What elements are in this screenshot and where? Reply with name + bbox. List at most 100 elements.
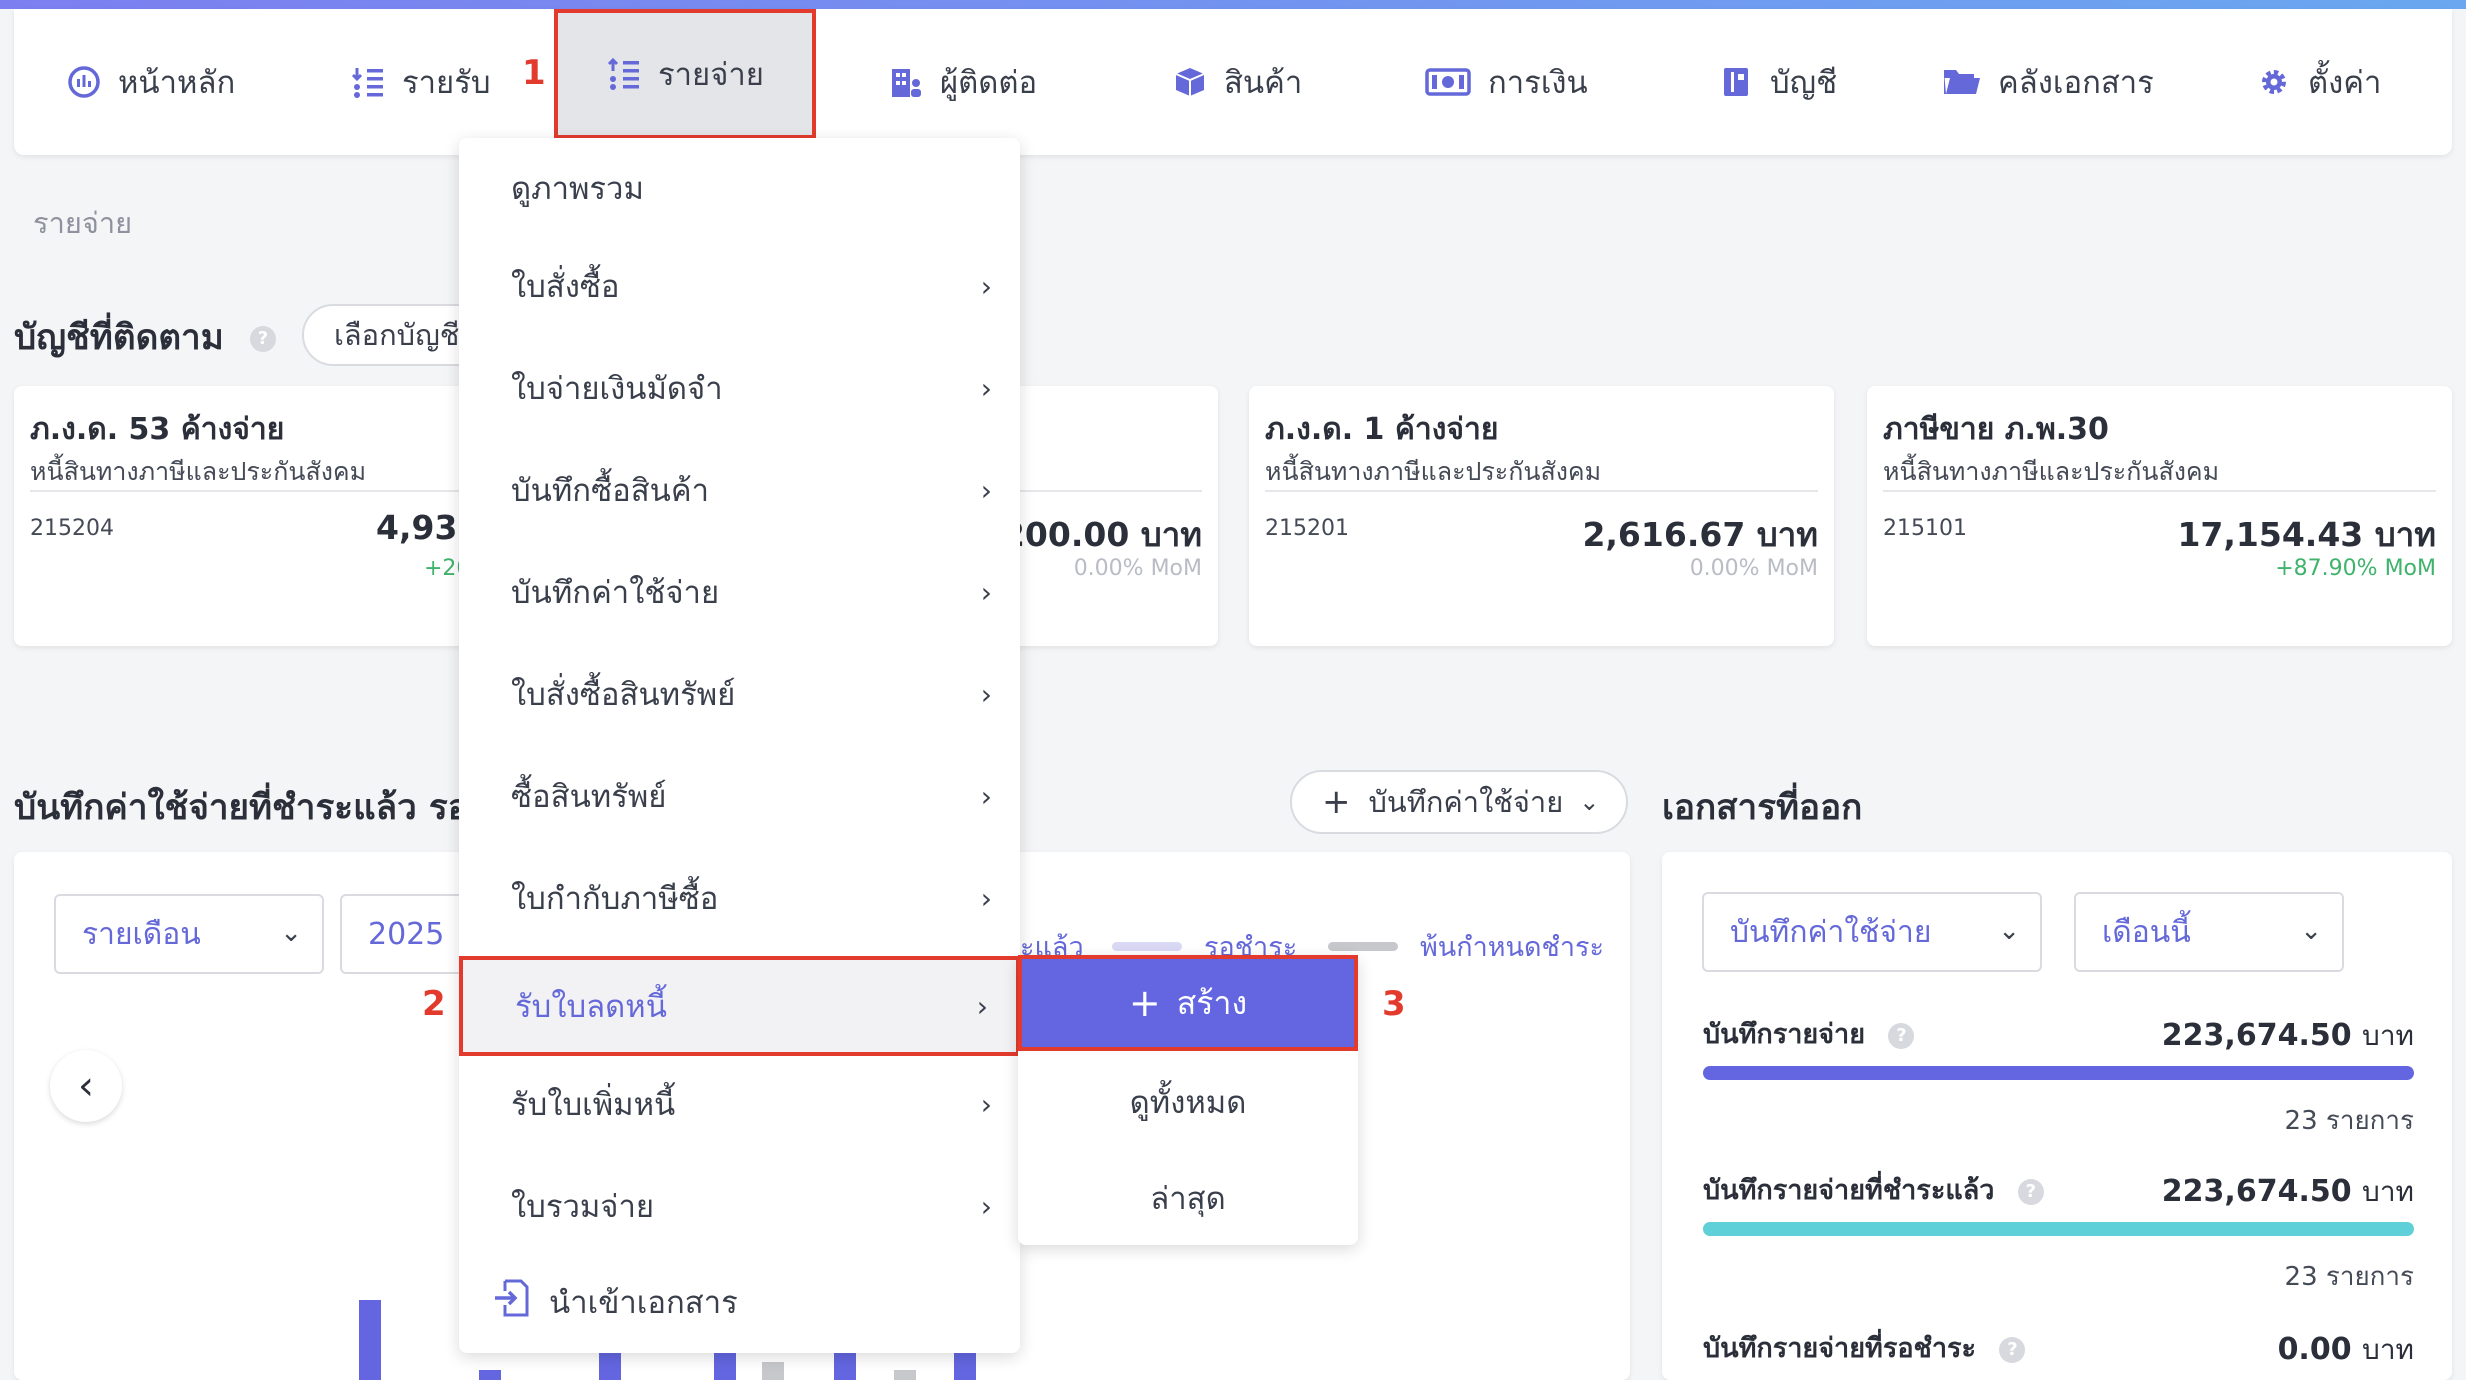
nav-accounts-label: บัญชี	[1770, 65, 1838, 101]
create-credit-note-button[interactable]: + สร้าง	[1018, 955, 1358, 1051]
card-subtitle: หนี้สินทางภาษีและประกันสังคม	[1265, 457, 1602, 486]
menu-item-overview[interactable]: ดูภาพรวม	[459, 138, 1020, 238]
nav-settings[interactable]: ตั้งค่า	[2256, 9, 2381, 155]
chart-bar[interactable]	[894, 1370, 916, 1380]
nav-products[interactable]: สินค้า	[1172, 9, 1302, 155]
help-icon[interactable]: ?	[249, 326, 276, 352]
menu-item-label: ซื้อสินทรัพย์	[511, 779, 667, 815]
chart-bar[interactable]	[834, 1352, 856, 1380]
menu-item-debit-note[interactable]: รับใบเพิ่มหนี้ ›	[459, 1054, 1020, 1154]
nav-contacts[interactable]: ผู้ติดต่อ	[888, 9, 1037, 155]
menu-item-label: รับใบลดหนี้	[515, 989, 667, 1025]
nav-income-label: รายรับ	[402, 65, 491, 101]
nav-income[interactable]: รายรับ	[350, 9, 491, 155]
paid-expenses-title: บันทึกค่าใช้จ่ายที่ชำระแล้ว รอชำ	[14, 788, 464, 828]
menu-item-credit-note[interactable]: รับใบลดหนี้ ›	[459, 956, 1020, 1056]
credit-note-submenu: + สร้าง ดูทั้งหมด ล่าสุด	[1018, 955, 1358, 1245]
stat-unit: บาท	[2362, 1333, 2414, 1366]
stat-count-expense: 23 รายการ	[2284, 1106, 2414, 1136]
nav-finance-label: การเงิน	[1488, 65, 1588, 101]
card-divider	[1265, 490, 1818, 492]
breadcrumb: รายจ่าย	[33, 206, 133, 240]
stat-value-pending: 0.00 บาท	[2278, 1328, 2414, 1372]
tracked-card-pnd53[interactable]: ภ.ง.ด. 53 ค้างจ่าย หนี้สินทางภาษีและประก…	[14, 386, 514, 646]
chart-bar[interactable]	[762, 1362, 784, 1380]
top-accent-bar	[0, 0, 2466, 9]
stat-unit: บาท	[2362, 1175, 2414, 1208]
chart-bar[interactable]	[479, 1370, 501, 1380]
stat-value-expense: 223,674.50 บาท	[2162, 1014, 2414, 1058]
create-label: สร้าง	[1176, 983, 1248, 1022]
card-mom: +87.90% MoM	[2275, 556, 2436, 581]
menu-item-import[interactable]: นำเข้าเอกสาร	[459, 1252, 1020, 1352]
submenu-latest[interactable]: ล่าสุด	[1018, 1173, 1358, 1223]
chart-bar[interactable]	[954, 1352, 976, 1380]
issued-period-select[interactable]: เดือนนี้ ⌄	[2074, 892, 2344, 972]
menu-item-asset-po[interactable]: ใบสั่งซื้อสินทรัพย์ ›	[459, 644, 1020, 744]
legend-overdue-label: พ้นกำหนดชำระ	[1420, 932, 1605, 963]
card-account-code: 215204	[30, 516, 114, 541]
stat-bar-expense	[1703, 1066, 2414, 1080]
tracked-card-vat[interactable]: ภาษีขาย ภ.พ.30 หนี้สินทางภาษีและประกันสั…	[1867, 386, 2452, 646]
card-title: ภาษีขาย ภ.พ.30	[1883, 412, 2109, 447]
doc-type-select[interactable]: บันทึกค่าใช้จ่าย ⌄	[1702, 892, 2042, 972]
legend-overdue-swatch	[1328, 942, 1398, 951]
chart-bar[interactable]	[359, 1300, 381, 1380]
card-subtitle: หนี้สินทางภาษีและประกันสังคม	[30, 457, 367, 486]
expense-dropdown-menu: ดูภาพรวม ใบสั่งซื้อ › ใบจ่ายเงินมัดจำ › …	[459, 138, 1020, 1353]
menu-item-label: นำเข้าเอกสาร	[549, 1285, 738, 1321]
nav-expense[interactable]: รายจ่าย	[554, 9, 816, 139]
money-icon	[1424, 64, 1472, 100]
help-icon[interactable]: ?	[1888, 1022, 1915, 1049]
ledger-icon	[1718, 64, 1754, 100]
menu-item-label: รับใบเพิ่มหนี้	[511, 1087, 676, 1123]
chevron-down-icon: ⌄	[1998, 916, 2020, 946]
stat-label-expense: บันทึกรายจ่าย ?	[1703, 1012, 1915, 1055]
nav-documents[interactable]: คลังเอกสาร	[1942, 9, 2154, 155]
dashboard-icon	[66, 64, 102, 100]
annotation-step-3: 3	[1382, 984, 1406, 1024]
chevron-right-icon: ›	[980, 1189, 992, 1223]
card-value: 200.00 บาท	[1001, 515, 1202, 554]
menu-item-label: ใบสั่งซื้อ	[511, 269, 620, 305]
folder-icon	[1942, 64, 1982, 100]
menu-item-combined-payment[interactable]: ใบรวมจ่าย ›	[459, 1156, 1020, 1256]
add-expense-button[interactable]: + บันทึกค่าใช้จ่าย ⌄	[1290, 770, 1628, 834]
card-title: ภ.ง.ด. 53 ค้างจ่าย	[30, 412, 285, 447]
nav-home[interactable]: หน้าหลัก	[66, 9, 235, 155]
chevron-right-icon: ›	[980, 371, 992, 405]
card-account-code: 215101	[1883, 516, 1967, 541]
chevron-right-icon: ›	[976, 989, 988, 1023]
expense-icon	[606, 56, 642, 92]
menu-item-purchase-tax-invoice[interactable]: ใบกำกับภาษีซื้อ ›	[459, 848, 1020, 948]
help-icon[interactable]: ?	[2017, 1178, 2044, 1205]
menu-item-deposit-payment[interactable]: ใบจ่ายเงินมัดจำ ›	[459, 338, 1020, 438]
card-value: 2,616.67 บาท	[1582, 515, 1818, 554]
menu-item-label: ใบจ่ายเงินมัดจำ	[511, 371, 723, 407]
year-select-value: 2025	[368, 916, 445, 952]
chevron-right-icon: ›	[980, 1087, 992, 1121]
period-select[interactable]: รายเดือน ⌄	[54, 894, 324, 974]
menu-item-asset-purchase[interactable]: ซื้อสินทรัพย์ ›	[459, 746, 1020, 846]
nav-expense-label: รายจ่าย	[658, 57, 764, 93]
menu-item-purchase-order[interactable]: ใบสั่งซื้อ ›	[459, 236, 1020, 336]
year-select[interactable]: 2025	[340, 894, 470, 974]
card-title: ภ.ง.ด. 1 ค้างจ่าย	[1265, 412, 1499, 447]
chart-prev-button[interactable]: ‹	[50, 1050, 122, 1122]
building-icon	[888, 64, 924, 100]
submenu-view-all[interactable]: ดูทั้งหมด	[1018, 1077, 1358, 1127]
chevron-down-icon: ⌄	[280, 918, 302, 948]
chart-bar[interactable]	[714, 1352, 736, 1380]
nav-products-label: สินค้า	[1224, 65, 1303, 101]
tracked-card-pnd1[interactable]: ภ.ง.ด. 1 ค้างจ่าย หนี้สินทางภาษีและประกั…	[1249, 386, 1834, 646]
menu-item-purchase-record[interactable]: บันทึกซื้อสินค้า ›	[459, 440, 1020, 540]
help-icon[interactable]: ?	[1999, 1336, 2026, 1363]
doc-type-select-value: บันทึกค่าใช้จ่าย	[1730, 914, 1932, 950]
period-select-value: รายเดือน	[82, 916, 201, 952]
nav-home-label: หน้าหลัก	[118, 65, 236, 101]
nav-finance[interactable]: การเงิน	[1424, 9, 1588, 155]
nav-accounts[interactable]: บัญชี	[1718, 9, 1837, 155]
chevron-down-icon: ⌄	[1579, 788, 1600, 816]
stat-count-paid: 23 รายการ	[2284, 1262, 2414, 1292]
menu-item-expense-record[interactable]: บันทึกค่าใช้จ่าย ›	[459, 542, 1020, 642]
